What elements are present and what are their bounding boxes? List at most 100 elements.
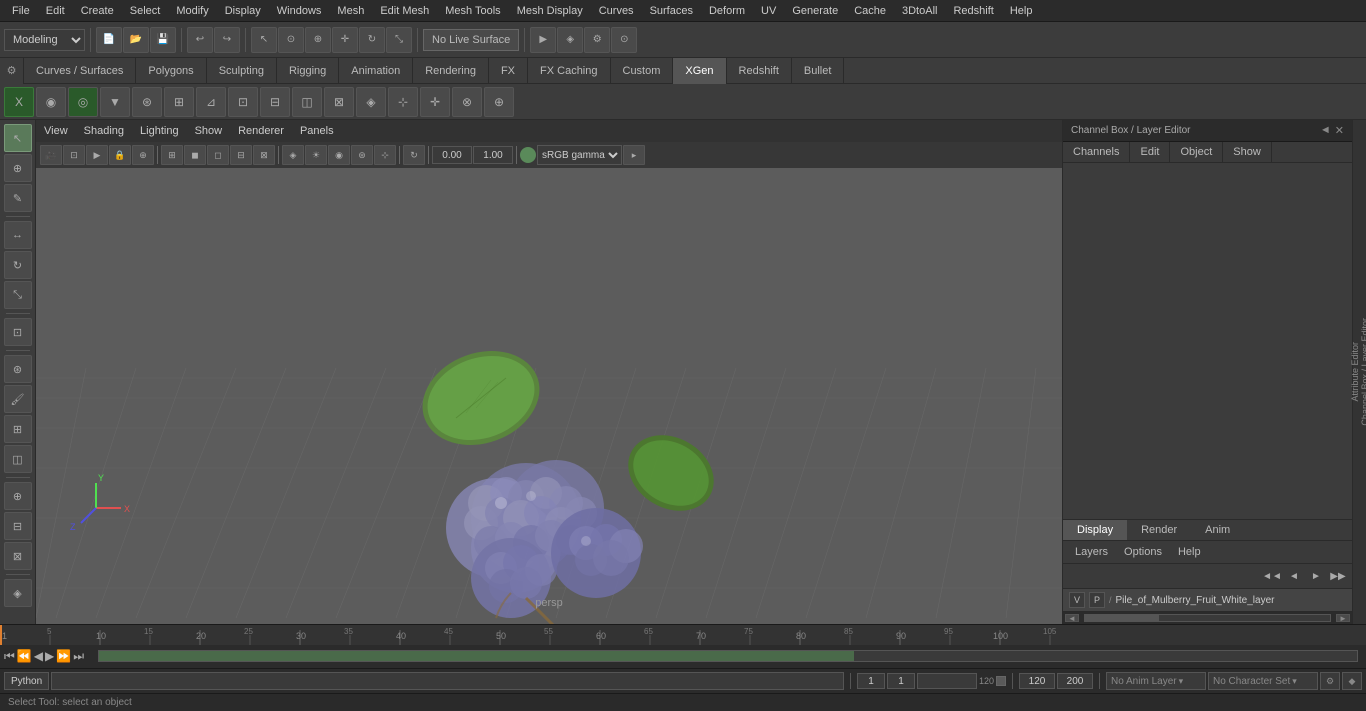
select-btn[interactable]: ↖ (251, 27, 277, 53)
menu-mesh-tools[interactable]: Mesh Tools (437, 3, 508, 19)
vp-menu-lighting[interactable]: Lighting (136, 123, 183, 139)
menu-curves[interactable]: Curves (591, 3, 642, 19)
shelf-xgen-2[interactable]: ◉ (36, 87, 66, 117)
vp-menu-panels[interactable]: Panels (296, 123, 338, 139)
layers-tab-help[interactable]: Help (1174, 544, 1205, 560)
render-settings-btn[interactable]: ⚙ (584, 27, 610, 53)
menu-deform[interactable]: Deform (701, 3, 753, 19)
shelf-xgen-12[interactable]: ◈ (356, 87, 386, 117)
vp-light-btn[interactable]: ☀ (305, 145, 327, 165)
tab-redshift[interactable]: Redshift (727, 58, 792, 84)
tab-xgen[interactable]: XGen (673, 58, 726, 84)
scale-btn[interactable]: ⤡ (386, 27, 412, 53)
menu-generate[interactable]: Generate (784, 3, 846, 19)
snap-btn[interactable]: ⊞ (4, 415, 32, 443)
vp-grid-btn[interactable]: ⊟ (230, 145, 252, 165)
vp-sel-btn[interactable]: ▶ (86, 145, 108, 165)
shelf-xgen-7[interactable]: ⊿ (196, 87, 226, 117)
tab-custom[interactable]: Custom (611, 58, 674, 84)
plus-btn[interactable]: ⊕ (4, 482, 32, 510)
shelf-xgen-10[interactable]: ◫ (292, 87, 322, 117)
select-tool-btn[interactable]: ↖ (4, 124, 32, 152)
vp-cam-btn[interactable]: 🎥 (40, 145, 62, 165)
cam-btn[interactable]: ⊙ (611, 27, 637, 53)
open-scene-btn[interactable]: 📂 (123, 27, 149, 53)
current-frame-input[interactable] (857, 673, 885, 689)
anim-prefs-btn[interactable]: ◆ (1342, 672, 1362, 690)
transform-rotate-btn[interactable]: ↻ (4, 251, 32, 279)
layer-item[interactable]: V P / Pile_of_Mulberry_Fruit_White_layer (1063, 589, 1352, 612)
channel-box-collapse-btn[interactable]: ◄ (1320, 124, 1331, 137)
shelf-xgen-6[interactable]: ⊞ (164, 87, 194, 117)
paint-select-btn[interactable]: ✎ (4, 184, 32, 212)
transform-move-btn[interactable]: ↔ (4, 221, 32, 249)
shelf-xgen-8[interactable]: ⊡ (228, 87, 258, 117)
scroll-thumb[interactable] (1085, 615, 1159, 621)
menu-create[interactable]: Create (73, 3, 122, 19)
playback-range-bar[interactable] (98, 650, 1358, 662)
scroll-track[interactable] (1084, 614, 1331, 622)
vp-snap-btn[interactable]: ⊕ (132, 145, 154, 165)
shelf-xgen-15[interactable]: ⊗ (452, 87, 482, 117)
dr-tab-display[interactable]: Display (1063, 520, 1127, 540)
new-scene-btn[interactable]: 📄 (96, 27, 122, 53)
measure-btn[interactable]: ◫ (4, 445, 32, 473)
cb-tab-show[interactable]: Show (1223, 142, 1272, 162)
vp-flat-btn[interactable]: ◻ (207, 145, 229, 165)
vp-smooth-btn[interactable]: ◼ (184, 145, 206, 165)
tab-animation[interactable]: Animation (339, 58, 413, 84)
shelf-xgen-16[interactable]: ⊕ (484, 87, 514, 117)
tab-curves-surfaces[interactable]: Curves / Surfaces (24, 58, 136, 84)
layer-visibility-p[interactable]: P (1089, 592, 1105, 608)
menu-edit-mesh[interactable]: Edit Mesh (372, 3, 437, 19)
vp-lock-btn[interactable]: 🔒 (109, 145, 131, 165)
shelf-xgen-4[interactable]: ▼ (100, 87, 130, 117)
vp-rotate-y[interactable] (473, 146, 513, 164)
tab-rendering[interactable]: Rendering (413, 58, 489, 84)
mode-selector[interactable]: Modeling Rigging Animation FX Rendering … (4, 29, 85, 51)
tab-rigging[interactable]: Rigging (277, 58, 339, 84)
menu-modify[interactable]: Modify (168, 3, 216, 19)
tab-fx[interactable]: FX (489, 58, 528, 84)
playback-prev-btn[interactable]: ⏪ (17, 649, 32, 663)
vp-menu-view[interactable]: View (40, 123, 72, 139)
anim-layer-selector[interactable]: No Anim Layer ▾ (1106, 672, 1206, 690)
scene-area[interactable]: X Y Z persp (36, 168, 1062, 624)
tab-sculpting[interactable]: Sculpting (207, 58, 277, 84)
anim-settings-btn[interactable]: ⚙ (1320, 672, 1340, 690)
vp-wire-btn[interactable]: ⊞ (161, 145, 183, 165)
vp-shadow-btn[interactable]: ◉ (328, 145, 350, 165)
tab-bullet[interactable]: Bullet (792, 58, 845, 84)
menu-file[interactable]: File (4, 3, 38, 19)
vp-isolate-btn[interactable]: ◈ (282, 145, 304, 165)
settings-btn[interactable]: ⊠ (4, 542, 32, 570)
playback-play-btn[interactable]: ▶ (45, 649, 54, 663)
cb-tab-object[interactable]: Object (1170, 142, 1223, 162)
menu-mesh[interactable]: Mesh (329, 3, 372, 19)
vp-ao-btn[interactable]: ⊛ (351, 145, 373, 165)
scroll-right-btn[interactable]: ► (1336, 614, 1350, 622)
minus-btn[interactable]: ⊟ (4, 512, 32, 540)
dr-tab-anim[interactable]: Anim (1191, 520, 1244, 540)
layer-visibility-v[interactable]: V (1069, 592, 1085, 608)
redo-btn[interactable]: ↪ (214, 27, 240, 53)
menu-display[interactable]: Display (217, 3, 269, 19)
shelf-xgen-3[interactable]: ◎ (68, 87, 98, 117)
side-tab-channel-box[interactable]: Channel Box / Layer Editor (1360, 310, 1366, 434)
script-editor[interactable] (51, 672, 844, 690)
paint-btn[interactable]: ⊕ (305, 27, 331, 53)
vp-more-btn[interactable]: ▸ (623, 145, 645, 165)
shelf-xgen-14[interactable]: ✛ (420, 87, 450, 117)
start-frame-input[interactable] (887, 673, 915, 689)
tabs-gear-icon[interactable]: ⚙ (0, 58, 24, 84)
vp-menu-shading[interactable]: Shading (80, 123, 128, 139)
playback-skip-end-btn[interactable]: ⏭ (73, 649, 84, 664)
range-start-input[interactable] (1019, 673, 1055, 689)
vp-menu-show[interactable]: Show (191, 123, 227, 139)
menu-help[interactable]: Help (1002, 3, 1041, 19)
frame-marker-box[interactable] (996, 676, 1006, 686)
layer-skip-back-btn[interactable]: ◄◄ (1262, 566, 1282, 586)
vp-aa-btn[interactable]: ⊹ (374, 145, 396, 165)
menu-edit[interactable]: Edit (38, 3, 73, 19)
cb-tab-edit[interactable]: Edit (1130, 142, 1170, 162)
